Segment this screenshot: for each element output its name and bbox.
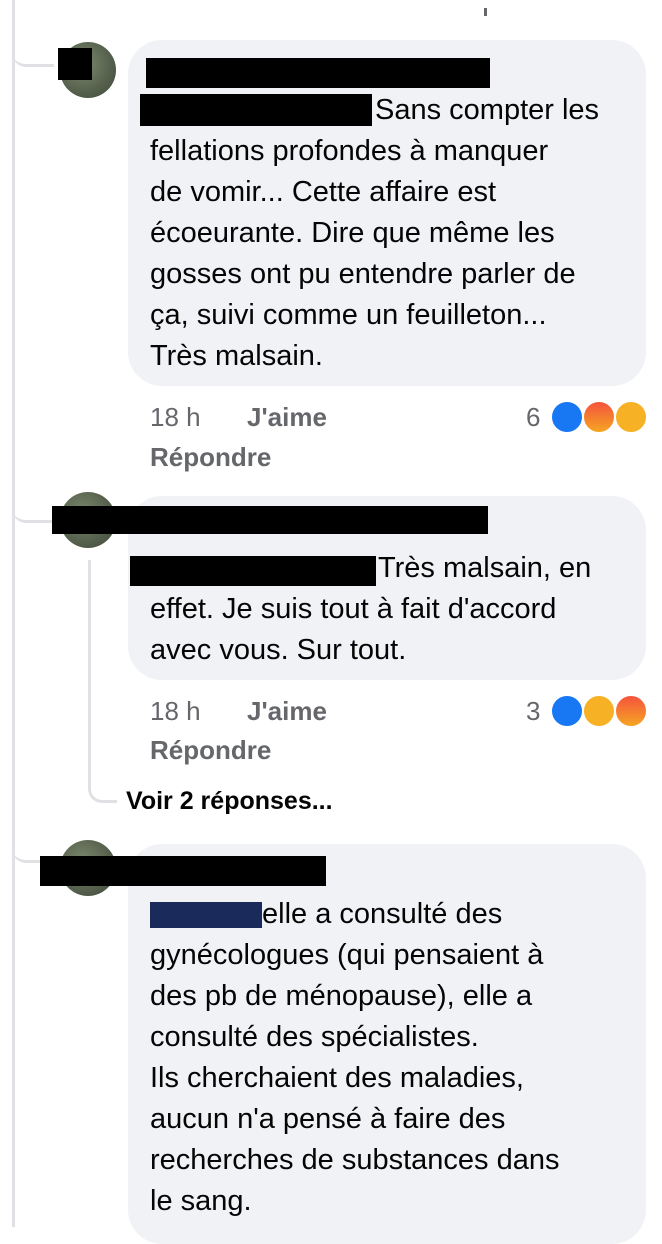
thread-line-main	[12, 0, 15, 1227]
reply-button[interactable]: Répondre	[150, 735, 271, 766]
comment-text: recherches de substances dans	[150, 1144, 560, 1176]
scroll-mark	[484, 8, 487, 16]
comment-text: gynécologues (qui pensaient à	[150, 939, 544, 971]
comment-timestamp[interactable]: 18 h	[150, 402, 201, 433]
view-more-replies-link[interactable]: Voir 2 réponses...	[126, 787, 333, 816]
comment-text: Très malsain.	[150, 340, 323, 372]
comment-text: fellations profondes à manquer	[150, 135, 549, 167]
comment-text: avec vous. Sur tout.	[150, 634, 407, 666]
redaction-author-name	[40, 856, 326, 886]
thread-connector-view-more	[88, 770, 117, 803]
comment-text: consulté des spécialistes.	[150, 1021, 479, 1053]
like-button[interactable]: J'aime	[247, 696, 327, 727]
redaction-author-name	[146, 58, 490, 88]
like-button[interactable]: J'aime	[247, 402, 327, 433]
angry-icon[interactable]	[582, 400, 616, 434]
comment-timestamp[interactable]: 18 h	[150, 696, 201, 727]
care-icon[interactable]	[614, 400, 648, 434]
angry-icon[interactable]	[614, 694, 648, 728]
redaction-mention	[140, 94, 372, 126]
redaction-avatar	[58, 48, 92, 80]
comment-text: le sang.	[150, 1185, 252, 1217]
like-icon[interactable]	[550, 400, 584, 434]
care-icon[interactable]	[582, 694, 616, 728]
comment-text: écoeurante. Dire que même les	[150, 217, 555, 249]
redaction-mention	[130, 556, 376, 586]
redaction-author-name	[52, 506, 488, 534]
thread-connector-2	[12, 480, 54, 523]
comment-text: effet. Je suis tout à fait d'accord	[150, 593, 557, 625]
comment-text: aucun n'a pensé à faire des	[150, 1103, 506, 1135]
comment-text: Ils cherchaient des maladies,	[150, 1062, 524, 1094]
reaction-count[interactable]: 6	[526, 402, 540, 433]
comment-text: Sans compter les	[375, 94, 600, 126]
comment-text: Très malsain, en	[378, 552, 592, 584]
comment-text: des pb de ménopause), elle a	[150, 980, 533, 1012]
comment-text: elle a consulté des	[262, 898, 503, 930]
thread-connector-1	[12, 0, 54, 67]
like-icon[interactable]	[550, 694, 584, 728]
comment-text: gosses ont pu entendre parler de	[150, 258, 576, 290]
comment-text: ça, suivi comme un feuilleton...	[150, 299, 547, 331]
reply-button[interactable]: Répondre	[150, 442, 271, 473]
reaction-count[interactable]: 3	[526, 696, 540, 727]
redaction-mention	[150, 902, 262, 928]
thread-line-reply	[88, 560, 91, 785]
comment-text: de vomir... Cette affaire est	[150, 176, 497, 208]
